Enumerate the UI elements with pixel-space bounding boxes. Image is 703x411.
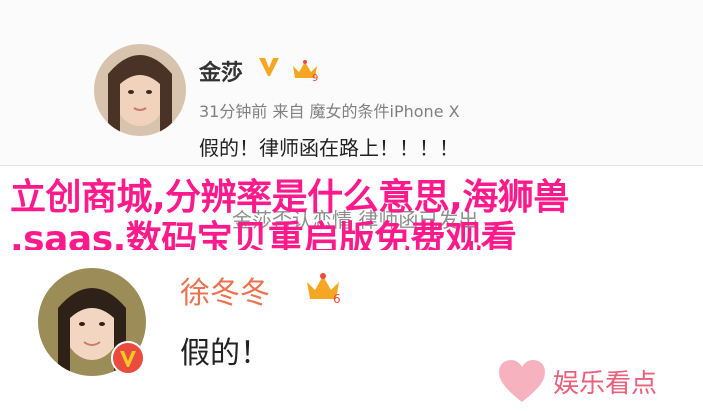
watermark-text: 娱乐看点 bbox=[553, 368, 658, 399]
verified-v-icon bbox=[259, 58, 279, 76]
vip-level: 9 bbox=[312, 73, 318, 82]
verified-badge-icon bbox=[111, 341, 145, 375]
vip-crown-icon: 9 bbox=[293, 60, 318, 82]
post-text: 假的！律师函在路上！！！！ bbox=[199, 136, 459, 160]
username[interactable]: 金莎 bbox=[199, 55, 243, 87]
username[interactable]: 徐冬冬 bbox=[180, 268, 270, 312]
watermark: 娱乐看点 bbox=[497, 358, 657, 404]
weibo-post-card: 金莎 9 31分钟前 来自 魔女的条件iPhone X 假的！律师函在路上！！！… bbox=[0, 0, 703, 165]
avatar-photo bbox=[94, 44, 186, 136]
heart-logo-icon bbox=[499, 360, 545, 402]
post-meta: 31分钟前 来自 魔女的条件iPhone X bbox=[199, 102, 460, 121]
divider bbox=[0, 165, 703, 166]
post-text: 假的！ bbox=[180, 336, 270, 371]
user-avatar[interactable] bbox=[94, 44, 186, 136]
vip-level: 6 bbox=[333, 292, 341, 304]
vip-crown-icon: 6 bbox=[307, 273, 341, 304]
